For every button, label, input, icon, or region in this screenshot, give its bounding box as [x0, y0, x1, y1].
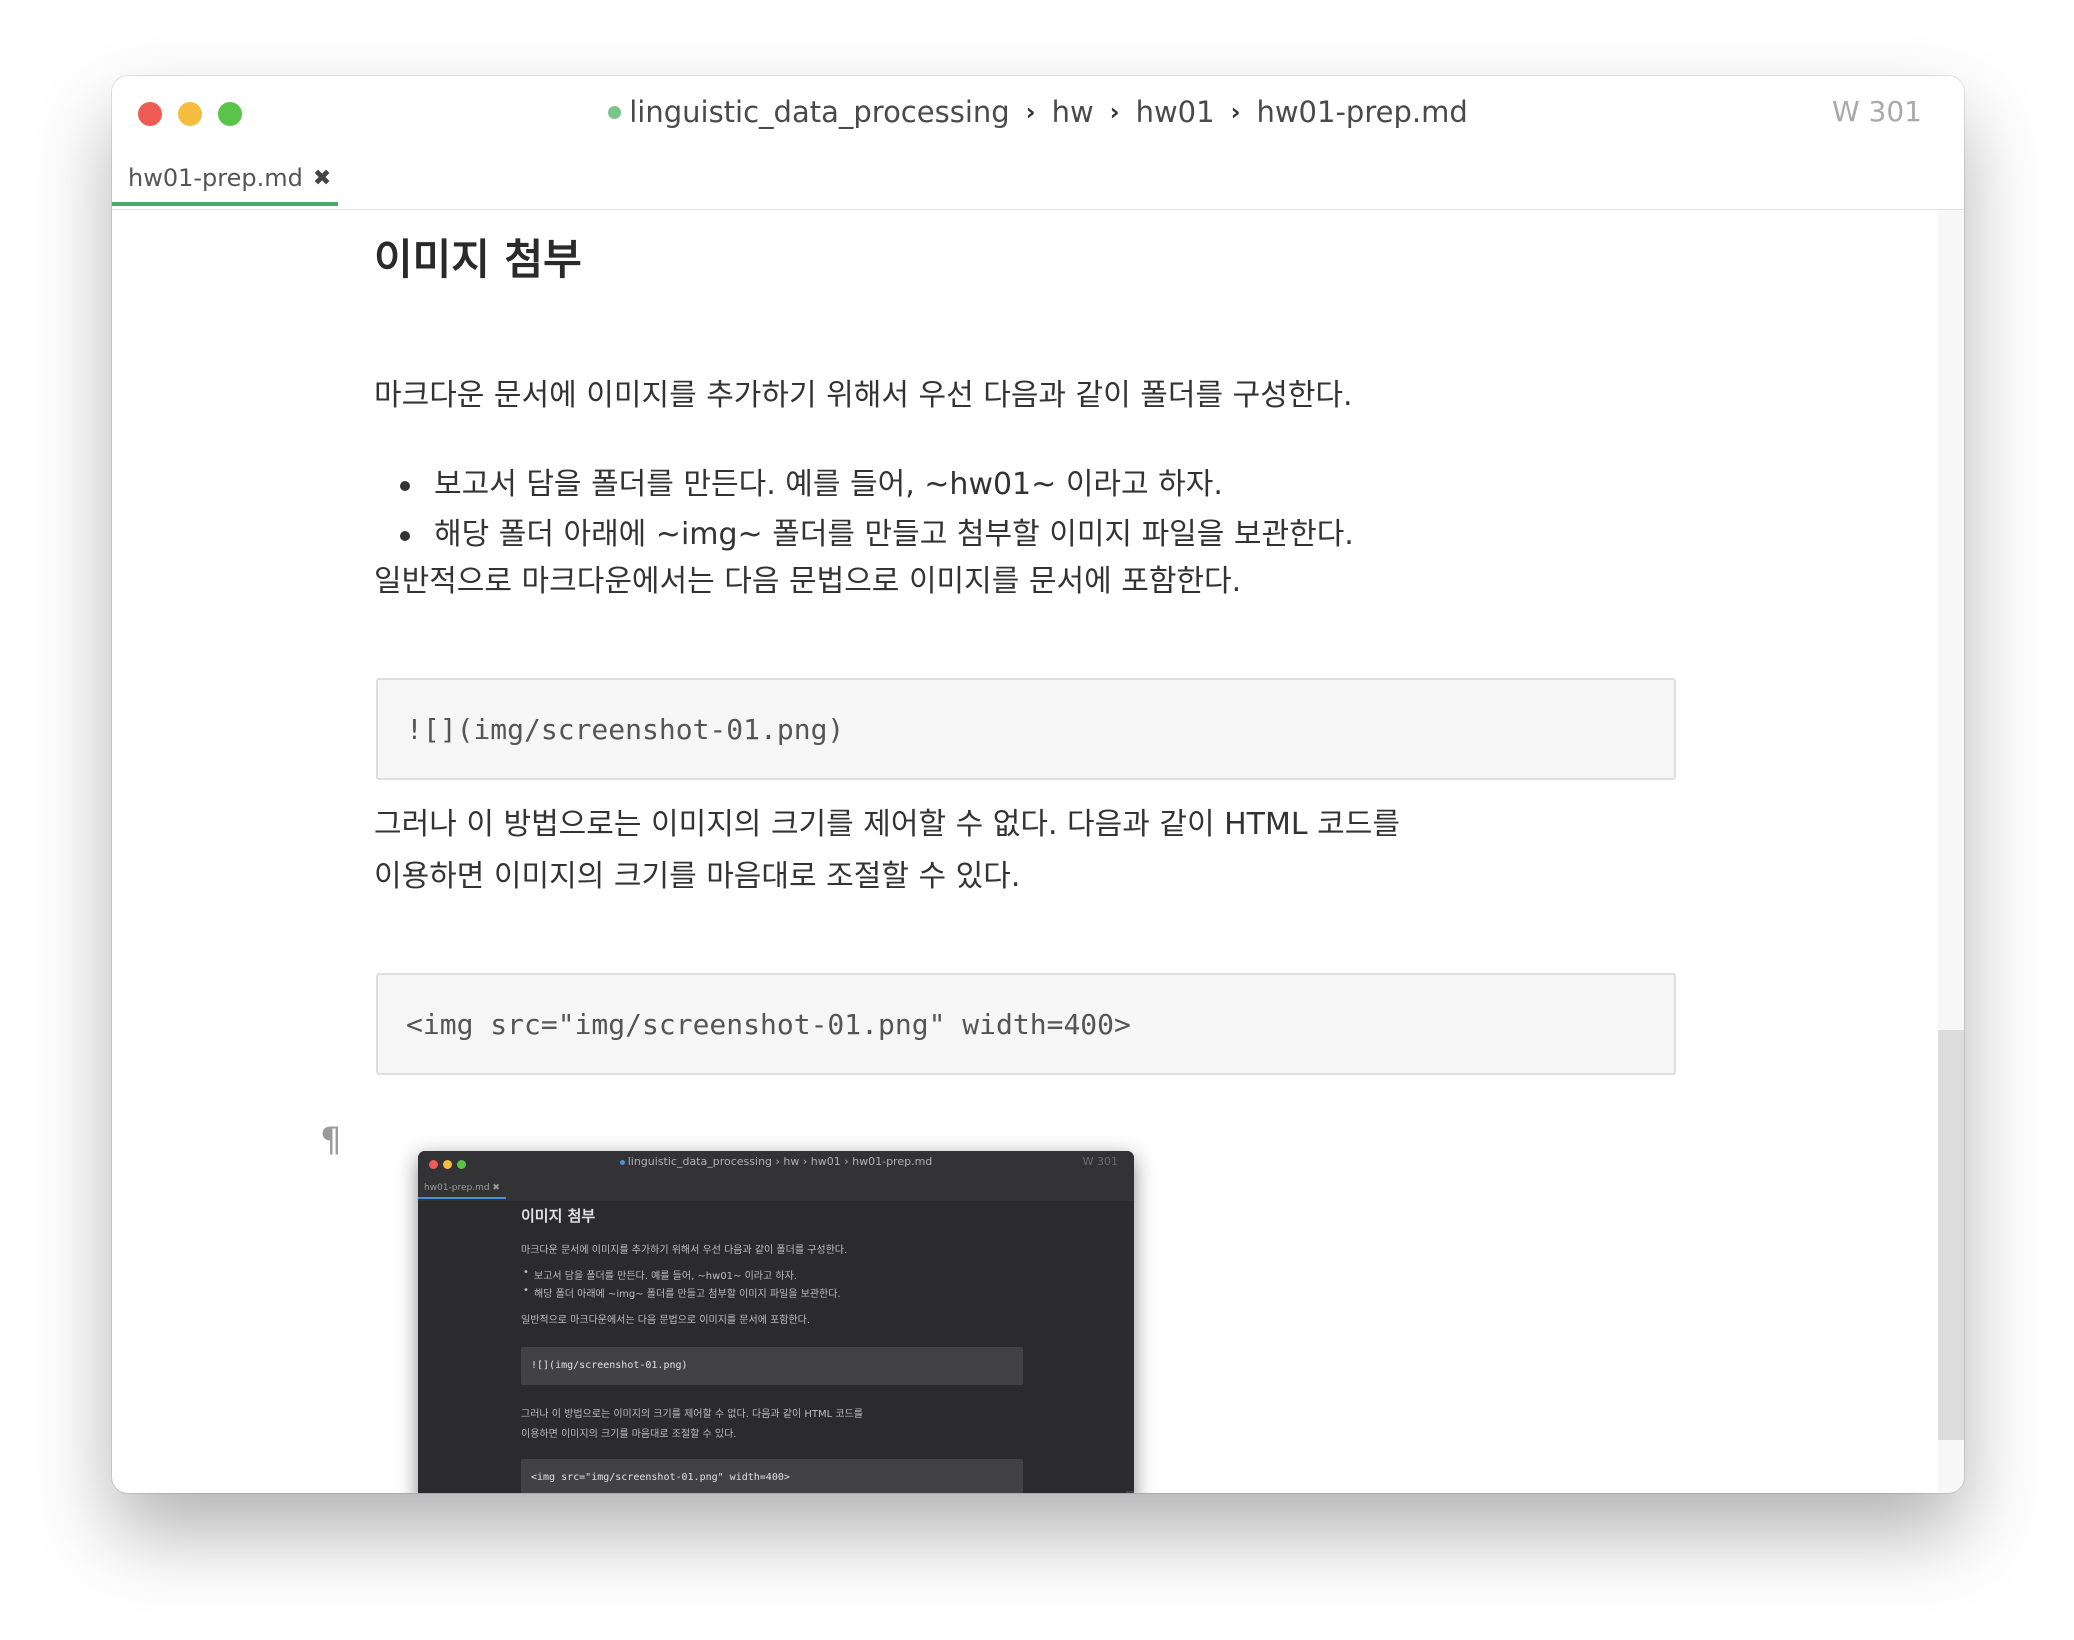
embedded-breadcrumb-text: linguistic_data_processing › hw › hw01 ›… — [627, 1155, 933, 1168]
tab-label: hw01-prep.md — [128, 164, 303, 192]
list-item: 보고서 담을 폴더를 만든다. 예를 들어, ~hw01~ 이라고 하자. — [374, 460, 1354, 510]
html-paragraph-line-1: 그러나 이 방법으로는 이미지의 크기를 제어할 수 없다. 다음과 같이 HT… — [374, 807, 1400, 842]
breadcrumb-item-hw01[interactable]: hw01 — [1136, 95, 1215, 129]
pilcrow-icon[interactable]: ¶ — [320, 1120, 342, 1160]
embedded-code-block: ![](img/screenshot-01.png) — [521, 1347, 1023, 1385]
close-tab-icon[interactable]: ✖ — [313, 166, 331, 191]
breadcrumb-item-file[interactable]: hw01-prep.md — [1256, 95, 1467, 129]
chevron-right-icon: › — [1109, 98, 1120, 126]
embedded-syntax-note: 일반적으로 마크다운에서는 다음 문법으로 이미지를 문서에 포함한다. — [521, 1315, 811, 1326]
embedded-scrollbar — [1126, 1491, 1134, 1493]
word-count: W 301 — [1831, 95, 1922, 128]
bullet-list: 보고서 담을 폴더를 만든다. 예를 들어, ~hw01~ 이라고 하자. 해당… — [374, 460, 1354, 560]
breadcrumb-item-project[interactable]: linguistic_data_processing — [629, 95, 1009, 129]
embedded-html-note-2: 이용하면 이미지의 크기를 마음대로 조절할 수 있다. — [521, 1429, 737, 1440]
chevron-right-icon: › — [1025, 98, 1036, 126]
embedded-bullet: 해당 폴더 아래에 ~img~ 폴더를 만들고 첨부할 이미지 파일을 보관한다… — [523, 1285, 841, 1300]
file-status-dot-icon — [608, 105, 622, 119]
vertical-scrollbar[interactable] — [1938, 210, 1964, 1493]
syntax-paragraph: 일반적으로 마크다운에서는 다음 문법으로 이미지를 문서에 포함한다. — [374, 564, 1242, 599]
embedded-screenshot-image: linguistic_data_processing › hw › hw01 ›… — [418, 1151, 1134, 1493]
embedded-html-note-1: 그러나 이 방법으로는 이미지의 크기를 제어할 수 없다. 다음과 같이 HT… — [521, 1409, 863, 1420]
breadcrumb-item-hw[interactable]: hw — [1052, 95, 1094, 129]
chevron-right-icon: › — [1230, 98, 1241, 126]
html-paragraph-line-2: 이용하면 이미지의 크기를 마음대로 조절할 수 있다. — [374, 859, 1021, 894]
breadcrumb: linguistic_data_processing › hw › hw01 ›… — [112, 92, 1964, 132]
code-block-markdown[interactable]: ![](img/screenshot-01.png) — [376, 678, 1676, 780]
list-item: 해당 폴더 아래에 ~img~ 폴더를 만들고 첨부할 이미지 파일을 보관한다… — [374, 510, 1354, 560]
document-content[interactable]: 이미지 첨부 마크다운 문서에 이미지를 추가하기 위해서 우선 다음과 같이 … — [112, 210, 1938, 1493]
tab-hw01-prep[interactable]: hw01-prep.md ✖ — [112, 154, 338, 206]
embedded-status-dot-icon — [619, 1159, 625, 1165]
title-bar: linguistic_data_processing › hw › hw01 ›… — [112, 76, 1964, 210]
intro-paragraph: 마크다운 문서에 이미지를 추가하기 위해서 우선 다음과 같이 폴더를 구성한… — [374, 378, 1353, 413]
embedded-heading: 이미지 첨부 — [521, 1207, 596, 1225]
code-block-html[interactable]: <img src="img/screenshot-01.png" width=4… — [376, 973, 1676, 1075]
embedded-breadcrumb: linguistic_data_processing › hw › hw01 ›… — [418, 1155, 1134, 1168]
embedded-intro: 마크다운 문서에 이미지를 추가하기 위해서 우선 다음과 같이 폴더를 구성한… — [521, 1245, 848, 1256]
section-heading: 이미지 첨부 — [374, 235, 582, 284]
editor-window: linguistic_data_processing › hw › hw01 ›… — [112, 76, 1964, 1493]
scrollbar-thumb[interactable] — [1938, 1030, 1964, 1440]
embedded-code-block: <img src="img/screenshot-01.png" width=4… — [521, 1459, 1023, 1493]
embedded-word-count: W 301 — [1082, 1155, 1118, 1168]
embedded-bullet: 보고서 담을 폴더를 만든다. 예를 들어, ~hw01~ 이라고 하자. — [523, 1267, 797, 1282]
embedded-tab: hw01-prep.md ✖ — [418, 1179, 506, 1199]
